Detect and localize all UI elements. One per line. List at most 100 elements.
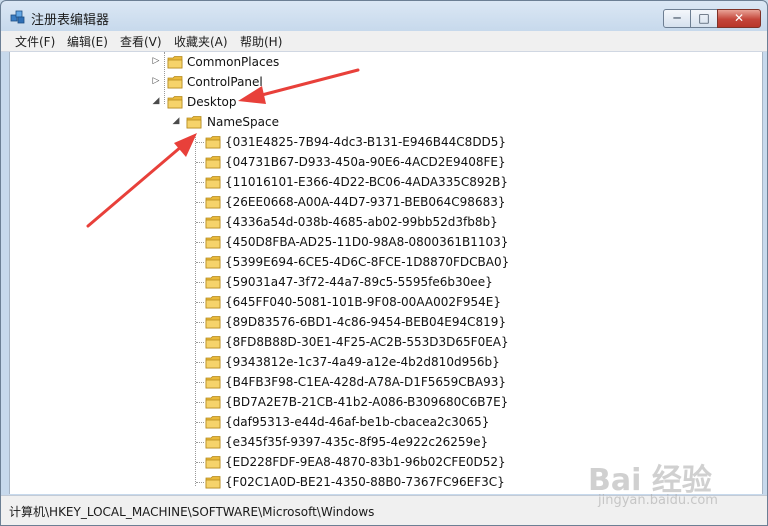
folder-icon (205, 336, 221, 349)
folder-icon (205, 236, 221, 249)
tree-row-namespace[interactable]: ◢ NameSpace (10, 112, 762, 132)
tree-guide-line (196, 482, 204, 483)
tree-node-label: {04731B67-D933-450a-90E6-4ACD2E9408FE} (225, 155, 506, 169)
tree-node-label: {ED228FDF-9EA8-4870-83b1-96b02CFE0D52} (225, 455, 506, 469)
tree-guide-line (196, 402, 204, 403)
minimize-button[interactable]: ─ (663, 9, 691, 28)
tree-node-label: {8FD8B88D-30E1-4F25-AC2B-553D3D65F0EA} (225, 335, 509, 349)
folder-icon (167, 56, 183, 69)
title-bar[interactable]: 注册表编辑器 ─ □ ✕ (1, 1, 767, 31)
menu-favorites[interactable]: 收藏夹(A) (174, 33, 228, 50)
tree-node-label: {9343812e-1c37-4a49-a12e-4b2d810d956b} (225, 355, 500, 369)
menu-edit[interactable]: 编辑(E) (67, 33, 108, 50)
tree-row-namespace-child[interactable]: {4336a54d-038b-4685-ab02-99bb52d3fb8b} (10, 212, 762, 232)
collapse-arrow-icon[interactable]: ◢ (151, 96, 161, 106)
maximize-button[interactable]: □ (690, 9, 718, 28)
tree-node-label: {e345f35f-9397-435c-8f95-4e922c26259e} (225, 435, 489, 449)
tree-node-label: CommonPlaces (187, 55, 280, 69)
tree-guide-line (196, 342, 204, 343)
registry-tree[interactable]: ▷ CommonPlaces ▷ ControlPanel ◢ Desktop … (9, 52, 763, 494)
registry-path: 计算机\HKEY_LOCAL_MACHINE\SOFTWARE\Microsof… (9, 505, 375, 519)
menu-help[interactable]: 帮助(H) (240, 33, 282, 50)
tree-row-namespace-child[interactable]: {daf95313-e44d-46af-be1b-cbacea2c3065} (10, 412, 762, 432)
tree-node-label: {5399E694-6CE5-4D6C-8FCE-1D8870FDCBA0} (225, 255, 510, 269)
tree-row-namespace-child[interactable]: {8FD8B88D-30E1-4F25-AC2B-553D3D65F0EA} (10, 332, 762, 352)
tree-row-namespace-child[interactable]: {B4FB3F98-C1EA-428d-A78A-D1F5659CBA93} (10, 372, 762, 392)
menu-file[interactable]: 文件(F) (15, 33, 55, 50)
tree-guide-line (196, 302, 204, 303)
tree-row-namespace-child[interactable]: {BD7A2E7B-21CB-41b2-A086-B309680C6B7E} (10, 392, 762, 412)
tree-row-namespace-child[interactable]: {26EE0668-A00A-44D7-9371-BEB064C98683} (10, 192, 762, 212)
tree-guide-line (196, 202, 204, 203)
folder-icon (205, 196, 221, 209)
regedit-app-icon (10, 10, 25, 24)
tree-row-namespace-child[interactable]: {e345f35f-9397-435c-8f95-4e922c26259e} (10, 432, 762, 452)
tree-node-label: {4336a54d-038b-4685-ab02-99bb52d3fb8b} (225, 215, 498, 229)
tree-row-namespace-child[interactable]: {11016101-E366-4D22-BC06-4ADA335C892B} (10, 172, 762, 192)
tree-row-namespace-child[interactable]: {031E4825-7B94-4dc3-B131-E946B44C8DD5} (10, 132, 762, 152)
folder-icon (205, 256, 221, 269)
watermark-url: jingyan.baidu.com (598, 493, 718, 508)
folder-icon (205, 476, 221, 489)
tree-guide-line (196, 362, 204, 363)
tree-guide-line (196, 182, 204, 183)
tree-guide-line (196, 142, 204, 143)
folder-icon (205, 456, 221, 469)
menu-view[interactable]: 查看(V) (120, 33, 162, 50)
tree-guide-line (196, 422, 204, 423)
folder-icon (205, 356, 221, 369)
expand-arrow-icon[interactable]: ▷ (151, 76, 161, 86)
tree-guide-line (196, 382, 204, 383)
tree-guide-line (196, 242, 204, 243)
tree-node-label: {26EE0668-A00A-44D7-9371-BEB064C98683} (225, 195, 506, 209)
close-button[interactable]: ✕ (717, 9, 761, 28)
tree-node-label: {daf95313-e44d-46af-be1b-cbacea2c3065} (225, 415, 490, 429)
folder-icon (205, 176, 221, 189)
expand-arrow-icon[interactable]: ▷ (151, 56, 161, 66)
tree-guide-line (196, 442, 204, 443)
folder-icon (205, 416, 221, 429)
folder-icon (205, 216, 221, 229)
tree-node-label: {031E4825-7B94-4dc3-B131-E946B44C8DD5} (225, 135, 507, 149)
tree-guide-line (196, 322, 204, 323)
menu-bar: 文件(F) 编辑(E) 查看(V) 收藏夹(A) 帮助(H) (1, 31, 767, 52)
tree-node-label: {B4FB3F98-C1EA-428d-A78A-D1F5659CBA93} (225, 375, 507, 389)
tree-guide-line (196, 282, 204, 283)
folder-open-icon (167, 96, 183, 109)
folder-icon (205, 296, 221, 309)
folder-icon (205, 156, 221, 169)
tree-node-label: {F02C1A0D-BE21-4350-88B0-7367FC96EF3C} (225, 475, 505, 489)
folder-icon (205, 376, 221, 389)
folder-icon (205, 316, 221, 329)
folder-icon (205, 436, 221, 449)
tree-row-namespace-child[interactable]: {9343812e-1c37-4a49-a12e-4b2d810d956b} (10, 352, 762, 372)
tree-row-commonplaces[interactable]: ▷ CommonPlaces (10, 52, 762, 72)
tree-row-namespace-child[interactable]: {59031a47-3f72-44a7-89c5-5595fe6b30ee} (10, 272, 762, 292)
tree-node-label: {11016101-E366-4D22-BC06-4ADA335C892B} (225, 175, 509, 189)
tree-row-namespace-child[interactable]: {5399E694-6CE5-4D6C-8FCE-1D8870FDCBA0} (10, 252, 762, 272)
folder-icon (167, 76, 183, 89)
tree-row-namespace-child[interactable]: {04731B67-D933-450a-90E6-4ACD2E9408FE} (10, 152, 762, 172)
tree-row-desktop[interactable]: ◢ Desktop (10, 92, 762, 112)
regedit-window: 注册表编辑器 ─ □ ✕ 文件(F) 编辑(E) 查看(V) 收藏夹(A) 帮助… (0, 0, 768, 526)
tree-node-label: {BD7A2E7B-21CB-41b2-A086-B309680C6B7E} (225, 395, 509, 409)
tree-node-label: {450D8FBA-AD25-11D0-98A8-0800361B1103} (225, 235, 509, 249)
folder-icon (205, 276, 221, 289)
tree-row-controlpanel[interactable]: ▷ ControlPanel (10, 72, 762, 92)
tree-node-label: Desktop (187, 95, 237, 109)
tree-row-namespace-child[interactable]: {89D83576-6BD1-4c86-9454-BEB04E94C819} (10, 312, 762, 332)
tree-guide-line (196, 162, 204, 163)
tree-node-label: NameSpace (207, 115, 279, 129)
tree-row-namespace-child[interactable]: {645FF040-5081-101B-9F08-00AA002F954E} (10, 292, 762, 312)
collapse-arrow-icon[interactable]: ◢ (171, 116, 181, 126)
window-title: 注册表编辑器 (31, 13, 110, 28)
tree-row-namespace-child[interactable]: {450D8FBA-AD25-11D0-98A8-0800361B1103} (10, 232, 762, 252)
tree-node-label: {59031a47-3f72-44a7-89c5-5595fe6b30ee} (225, 275, 493, 289)
folder-icon (205, 396, 221, 409)
folder-open-icon (186, 116, 202, 129)
tree-guide-line (196, 462, 204, 463)
folder-icon (205, 136, 221, 149)
tree-node-label: ControlPanel (187, 75, 263, 89)
tree-guide-line (196, 222, 204, 223)
tree-node-label: {89D83576-6BD1-4c86-9454-BEB04E94C819} (225, 315, 507, 329)
